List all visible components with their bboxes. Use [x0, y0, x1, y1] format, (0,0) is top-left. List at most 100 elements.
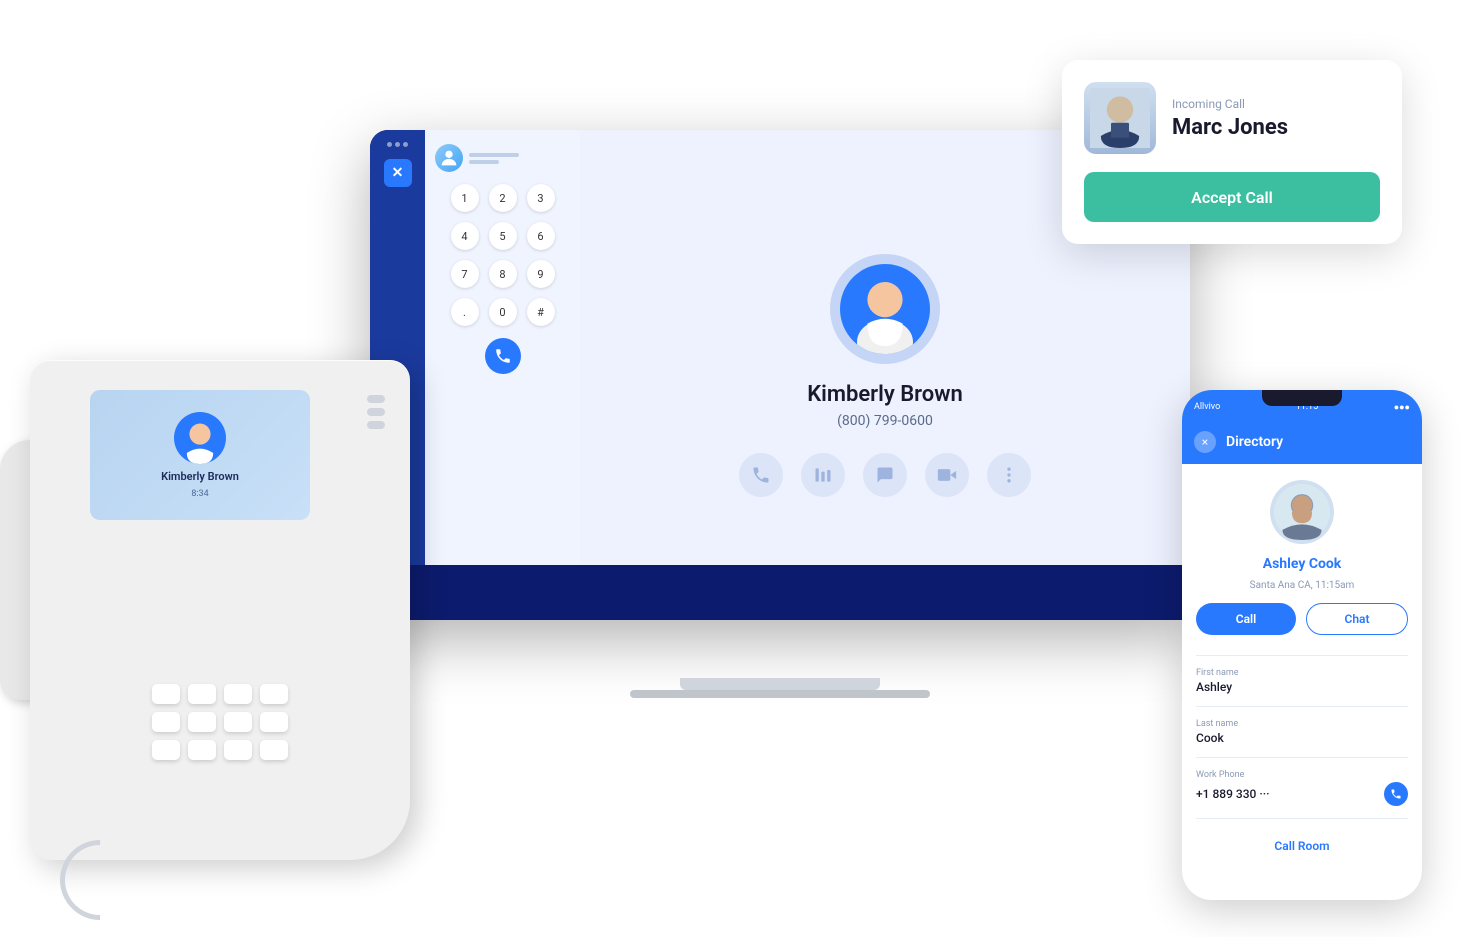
key-0[interactable]: 0 [489, 298, 517, 326]
phone-screen-time: 8:34 [191, 489, 208, 499]
directory-header: × Directory [1182, 420, 1422, 464]
user-avatar [435, 144, 463, 172]
key-7[interactable]: 7 [451, 260, 479, 288]
divider-2 [1196, 706, 1408, 707]
work-phone-value: +1 889 330 ··· [1196, 787, 1270, 801]
work-phone-call-icon[interactable] [1384, 782, 1408, 806]
phone-key-12[interactable] [260, 740, 288, 760]
side-btn-3[interactable] [367, 421, 385, 429]
app-logo: ✕ [384, 159, 412, 187]
phone-key-7[interactable] [224, 712, 252, 732]
detail-line [469, 160, 499, 164]
phone-key-3[interactable] [224, 684, 252, 704]
carrier-label: Allvivo [1194, 402, 1220, 412]
contact-action-buttons: Call Chat [1196, 603, 1408, 635]
phone-screen-name: Kimberly Brown [161, 470, 239, 483]
last-name-label: Last name [1196, 719, 1408, 729]
divider-3 [1196, 757, 1408, 758]
phone-side-buttons [367, 395, 385, 429]
call-room-button[interactable]: Call Room [1274, 839, 1329, 853]
directory-contact-avatar [1270, 480, 1334, 544]
accept-call-button[interactable]: Accept Call [1084, 172, 1380, 222]
contact-avatar-wrapper [830, 254, 940, 364]
phone-key-9[interactable] [152, 740, 180, 760]
phone-key-1[interactable] [152, 684, 180, 704]
key-8[interactable]: 8 [489, 260, 517, 288]
phone-key-10[interactable] [188, 740, 216, 760]
dialpad-panel: 1 2 3 4 5 6 7 8 9 . 0 # [425, 130, 580, 620]
key-1[interactable]: 1 [451, 184, 479, 212]
phone-key-8[interactable] [260, 712, 288, 732]
phone-key-2[interactable] [188, 684, 216, 704]
bars-action-icon[interactable] [801, 453, 845, 497]
directory-content: Ashley Cook Santa Ana CA, 11:15am Call C… [1182, 464, 1422, 869]
caller-info: Incoming Call Marc Jones [1172, 97, 1380, 140]
mobile-notch [1262, 390, 1342, 406]
chat-action-icon[interactable] [863, 453, 907, 497]
key-3[interactable]: 3 [527, 184, 555, 212]
dialpad-call-button[interactable] [485, 338, 521, 374]
call-card-header: Incoming Call Marc Jones [1084, 82, 1380, 154]
key-5[interactable]: 5 [489, 222, 517, 250]
phone-key-6[interactable] [188, 712, 216, 732]
laptop-bottom-bar [370, 565, 1190, 620]
phone-screen: Kimberly Brown 8:34 [90, 390, 310, 520]
phone-keypad [152, 684, 288, 760]
directory-contact-location: Santa Ana CA, 11:15am [1250, 580, 1355, 591]
directory-contact-name: Ashley Cook [1263, 556, 1342, 572]
key-9[interactable]: 9 [527, 260, 555, 288]
caller-avatar [1084, 82, 1156, 154]
work-phone-row: +1 889 330 ··· [1196, 782, 1408, 806]
dot-3 [403, 142, 408, 147]
dot-2 [395, 142, 400, 147]
contact-avatar [840, 264, 930, 354]
dot-1 [387, 142, 392, 147]
work-phone-label: Work Phone [1196, 770, 1408, 780]
caller-avatar-image [1084, 82, 1156, 154]
key-6[interactable]: 6 [527, 222, 555, 250]
contact-phone: (800) 799-0600 [837, 413, 933, 429]
phone-key-4[interactable] [260, 684, 288, 704]
last-name-value: Cook [1196, 731, 1408, 745]
directory-title: Directory [1226, 434, 1283, 450]
key-4[interactable]: 4 [451, 222, 479, 250]
first-name-label: First name [1196, 668, 1408, 678]
more-action-icon[interactable] [987, 453, 1031, 497]
main-scene: ✕ [0, 0, 1482, 929]
phone-action-icon[interactable] [739, 453, 783, 497]
incoming-call-card: Incoming Call Marc Jones Accept Call [1062, 60, 1402, 244]
contact-avatar-ring [830, 254, 940, 364]
side-btn-2[interactable] [367, 408, 385, 416]
key-dot[interactable]: . [451, 298, 479, 326]
first-name-field: First name Ashley [1196, 668, 1408, 694]
work-phone-field: Work Phone +1 889 330 ··· [1196, 770, 1408, 806]
laptop-foot [630, 690, 930, 698]
mobile-chat-button[interactable]: Chat [1306, 603, 1408, 635]
last-name-field: Last name Cook [1196, 719, 1408, 745]
first-name-value: Ashley [1196, 680, 1408, 694]
desk-phone: Kimberly Brown 8:34 [30, 360, 410, 860]
video-action-icon[interactable] [925, 453, 969, 497]
mobile-call-button[interactable]: Call [1196, 603, 1296, 635]
divider-4 [1196, 818, 1408, 819]
phone-screen-avatar [174, 412, 226, 464]
phone-body: Kimberly Brown 8:34 [30, 360, 410, 860]
dialpad-grid[interactable]: 1 2 3 4 5 6 7 8 9 . 0 # [435, 184, 570, 326]
caller-name: Marc Jones [1172, 115, 1380, 140]
user-info-lines [469, 153, 519, 164]
laptop-hinge [680, 678, 880, 690]
phone-key-11[interactable] [224, 740, 252, 760]
divider-1 [1196, 655, 1408, 656]
key-hash[interactable]: # [527, 298, 555, 326]
contact-actions [739, 453, 1031, 497]
battery-label: ●●● [1394, 402, 1410, 413]
phone-key-5[interactable] [152, 712, 180, 732]
name-line [469, 153, 519, 157]
mobile-phone: Allvivo 11:15 ●●● × Directory Ashley Coo… [1182, 390, 1422, 900]
side-btn-1[interactable] [367, 395, 385, 403]
incoming-call-label: Incoming Call [1172, 97, 1380, 111]
mobile-close-button[interactable]: × [1194, 431, 1216, 453]
user-row [435, 144, 570, 172]
key-2[interactable]: 2 [489, 184, 517, 212]
window-controls [387, 142, 408, 147]
